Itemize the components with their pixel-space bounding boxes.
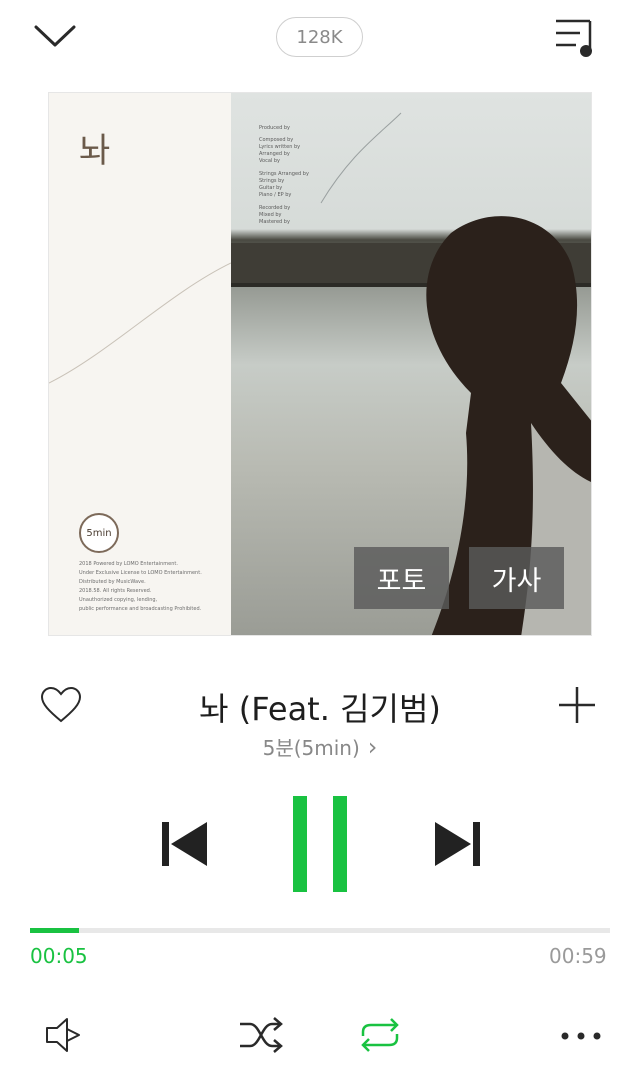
- playlist-icon: [556, 19, 592, 57]
- audio-output-button[interactable]: [42, 1014, 84, 1056]
- legal-line: public performance and broadcasting Proh…: [79, 606, 202, 612]
- pause-button[interactable]: [290, 796, 350, 892]
- legal-line: Unauthorized copying, lending,: [79, 597, 158, 603]
- shuffle-icon: [240, 1017, 283, 1053]
- skip-next-icon: [435, 822, 480, 866]
- previous-track-button[interactable]: [158, 818, 210, 870]
- next-track-button[interactable]: [432, 818, 484, 870]
- playlist-button[interactable]: [548, 12, 604, 62]
- elapsed-time: 00:05: [30, 944, 88, 968]
- album-cover-left-panel: 놔 5min 2018 Powered by LOMO Entertainmen…: [49, 93, 231, 635]
- progress-bar[interactable]: [30, 928, 610, 933]
- lyrics-button[interactable]: 가사: [469, 547, 564, 609]
- skip-previous-icon: [162, 822, 207, 866]
- more-horizontal-icon: [561, 1032, 601, 1040]
- shuffle-button[interactable]: [238, 1014, 284, 1056]
- song-title: 놔 (Feat. 김기범): [199, 690, 441, 728]
- legal-line: Under Exclusive License to LOMO Entertai…: [79, 570, 202, 576]
- heart-outline-icon: [40, 686, 82, 723]
- artist-link[interactable]: 5분(5min) ›: [180, 732, 460, 761]
- chevron-right-icon: ›: [367, 732, 378, 761]
- plus-icon: [559, 687, 595, 723]
- repeat-button[interactable]: [356, 1014, 404, 1056]
- photo-button[interactable]: 포토: [354, 547, 449, 609]
- album-art: 놔 5min 2018 Powered by LOMO Entertainmen…: [48, 92, 592, 636]
- progress-fill: [30, 928, 80, 933]
- repeat-icon: [361, 1018, 399, 1052]
- like-button[interactable]: [38, 683, 84, 727]
- more-options-button[interactable]: [558, 1018, 604, 1054]
- legal-line: 2018.58. All rights Reserved.: [79, 588, 152, 594]
- pause-icon: [293, 796, 347, 892]
- audio-output-icon: [46, 1018, 80, 1052]
- legal-line: Distributed by MusicWave.: [79, 579, 146, 585]
- decorative-line: [49, 262, 231, 384]
- quality-badge[interactable]: 128K: [276, 17, 363, 57]
- total-duration: 00:59: [549, 944, 607, 968]
- label-logo: 5min: [79, 513, 119, 553]
- collapse-button[interactable]: [28, 14, 82, 58]
- add-to-playlist-button[interactable]: [556, 684, 598, 726]
- artist-name: 5분(5min): [262, 736, 360, 760]
- quality-label: 128K: [296, 26, 343, 48]
- album-title-script: 놔: [79, 131, 111, 171]
- label-logo-text: 5min: [86, 527, 112, 539]
- legal-line: 2018 Powered by LOMO Entertainment.: [79, 561, 178, 567]
- chevron-down-icon: [34, 25, 76, 47]
